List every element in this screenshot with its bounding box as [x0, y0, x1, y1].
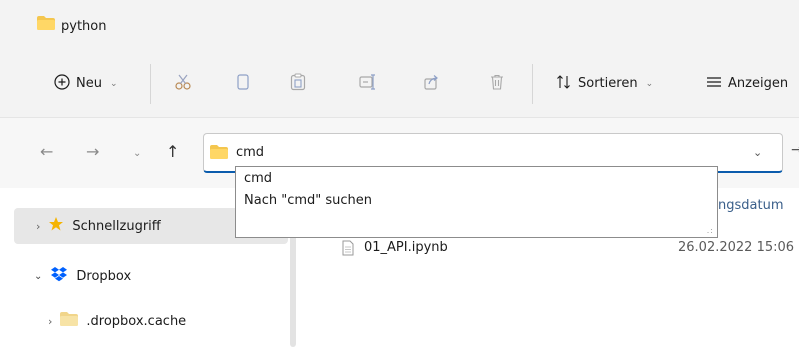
- folder-icon: [60, 312, 79, 330]
- forward-arrow-icon[interactable]: →: [86, 142, 99, 161]
- plus-circle-icon: [54, 73, 70, 94]
- chevron-down-icon[interactable]: ⌄: [34, 271, 42, 282]
- sidebar-item-dropbox-cache[interactable]: › .dropbox.cache: [48, 312, 186, 330]
- folder-icon: [37, 16, 55, 34]
- toolbar-divider: [150, 64, 151, 104]
- chevron-down-icon[interactable]: ⌄: [753, 146, 762, 159]
- command-bar: Neu ⌄ Sortieren ⌄ Anzeigen: [0, 50, 799, 117]
- sort-button[interactable]: Sortieren ⌄: [556, 50, 653, 117]
- suggestion-item[interactable]: cmd: [244, 171, 272, 186]
- paste-button[interactable]: [290, 50, 306, 117]
- toolbar-divider: [532, 64, 533, 104]
- chevron-right-icon[interactable]: ›: [36, 220, 40, 233]
- chevron-right-icon[interactable]: ›: [48, 315, 52, 328]
- file-icon: [342, 240, 354, 260]
- copy-icon: [236, 73, 250, 95]
- file-modified: 26.02.2022 15:06: [678, 240, 795, 255]
- new-label: Neu: [76, 76, 102, 91]
- folder-icon: [210, 145, 228, 163]
- chevron-down-icon: ⌄: [645, 78, 654, 89]
- refresh-partial-icon[interactable]: →: [791, 142, 799, 162]
- share-icon: [424, 74, 440, 94]
- new-button[interactable]: Neu ⌄: [54, 50, 118, 117]
- window-title: python: [61, 19, 107, 34]
- sidebar-item-label: Schnellzugriff: [72, 218, 161, 234]
- view-button[interactable]: Anzeigen: [706, 50, 788, 117]
- sort-label: Sortieren: [578, 76, 638, 91]
- sort-icon: [556, 74, 572, 94]
- address-suggestions: cmd Nach "cmd" suchen .:: [235, 166, 718, 238]
- title-bar: python: [0, 0, 799, 50]
- back-arrow-icon[interactable]: ←: [40, 142, 53, 161]
- up-arrow-icon[interactable]: ↑: [166, 142, 179, 161]
- rename-icon: [359, 73, 377, 94]
- sidebar-item-dropbox[interactable]: ⌄ Dropbox: [34, 266, 131, 286]
- clipboard-icon: [290, 73, 306, 95]
- sidebar-item-label: Dropbox: [76, 268, 132, 284]
- recent-locations-chevron-icon[interactable]: ⌄: [133, 148, 141, 159]
- chevron-down-icon: ⌄: [109, 78, 118, 89]
- copy-button[interactable]: [236, 50, 250, 117]
- suggestion-item[interactable]: Nach "cmd" suchen: [244, 193, 372, 208]
- view-label: Anzeigen: [728, 76, 789, 91]
- table-row[interactable]: 01_API.ipynb 26.02.2022 15:06: [318, 236, 799, 262]
- sidebar-item-quick-access[interactable]: › Schnellzugriff: [36, 216, 161, 236]
- delete-button[interactable]: [490, 50, 504, 117]
- star-icon: [48, 216, 64, 236]
- share-button[interactable]: [424, 50, 440, 117]
- scissors-icon: [174, 73, 192, 95]
- address-input[interactable]: cmd: [236, 145, 264, 160]
- resize-grip-icon[interactable]: .:: [707, 226, 714, 235]
- sidebar-item-label: .dropbox.cache: [86, 313, 187, 329]
- cut-button[interactable]: [174, 50, 192, 117]
- trash-icon: [490, 74, 504, 94]
- dropbox-icon: [50, 266, 68, 286]
- column-header-modified[interactable]: ngsdatum: [718, 198, 783, 213]
- file-name: 01_API.ipynb: [364, 240, 448, 255]
- rename-button[interactable]: [359, 50, 377, 117]
- view-lines-icon: [706, 76, 722, 92]
- scrollbar[interactable]: [290, 234, 296, 347]
